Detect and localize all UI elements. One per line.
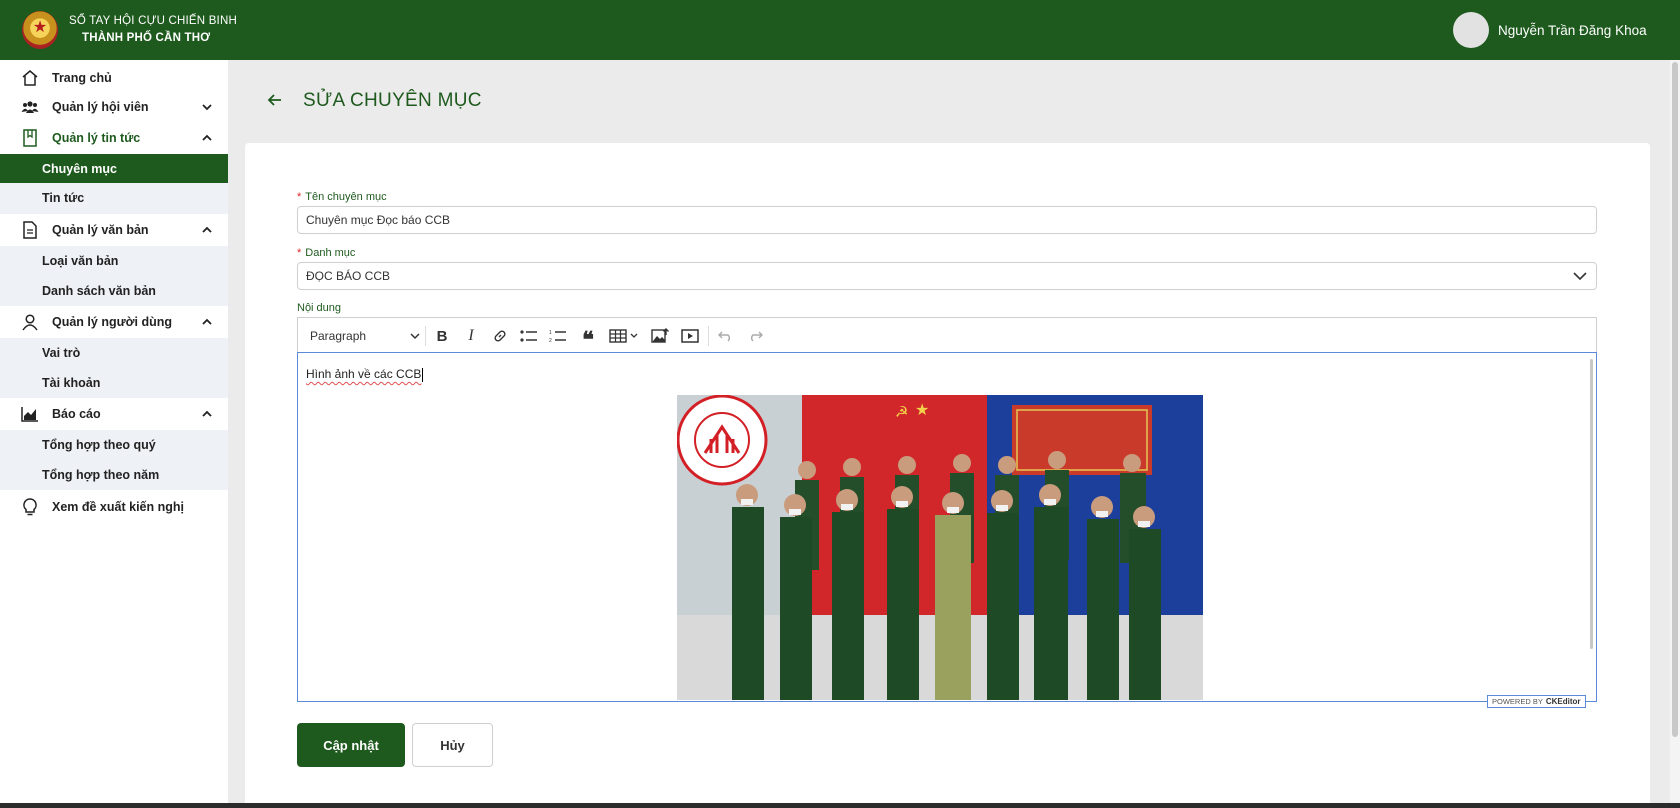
brand-line-2: THÀNH PHỐ CẦN THƠ [82, 32, 211, 44]
table-icon[interactable] [607, 326, 641, 346]
sidebar-item-members[interactable]: Quản lý hội viên [0, 92, 228, 122]
sidebar-item-label: Quản lý hội viên [52, 100, 149, 114]
embedded-photo[interactable]: ★ ☭ [677, 395, 1203, 700]
sidebar-item-label: Danh sách văn bản [42, 284, 156, 298]
book-icon [20, 128, 40, 148]
update-button[interactable]: Cập nhật [297, 723, 405, 767]
chevron-down-icon [1572, 269, 1588, 283]
bulleted-list-icon[interactable] [519, 326, 539, 346]
sidebar-item-doc-list[interactable]: Danh sách văn bản [0, 276, 228, 306]
sidebar-item-documents[interactable]: Quản lý văn bản [0, 214, 228, 246]
editor-paragraph[interactable]: Hình ảnh về các CCB [306, 367, 424, 382]
sidebar-item-accounts[interactable]: Tài khoản [0, 368, 228, 398]
category-field-label: * Danh mục [297, 247, 356, 259]
name-field-label: * Tên chuyên mục [297, 191, 387, 203]
sidebar-item-yearly[interactable]: Tổng hợp theo năm [0, 460, 228, 490]
chevron-up-icon [200, 223, 214, 237]
sidebar: Trang chủ Quản lý hội viên Quản lý tin t… [0, 60, 228, 808]
lightbulb-icon [20, 497, 40, 517]
sidebar-item-label: Vai trò [42, 346, 81, 360]
cancel-button[interactable]: Hủy [412, 723, 493, 767]
svg-text:2: 2 [549, 338, 552, 343]
chevron-down-icon [200, 100, 214, 114]
numbered-list-icon[interactable]: 12 [548, 326, 568, 346]
sidebar-item-roles[interactable]: Vai trò [0, 338, 228, 368]
sidebar-item-label: Quản lý người dùng [52, 315, 173, 329]
submenu-news: Chuyên mục Tin tức [0, 154, 228, 214]
category-select[interactable]: ĐỌC BÁO CCB [297, 262, 1597, 290]
category-select-value: ĐỌC BÁO CCB [306, 269, 391, 283]
svg-text:1: 1 [549, 330, 552, 336]
chevron-up-icon [200, 131, 214, 145]
sidebar-item-quarterly[interactable]: Tổng hợp theo quý [0, 430, 228, 460]
chevron-up-icon [200, 315, 214, 329]
italic-icon[interactable]: I [461, 326, 481, 346]
sidebar-item-label: Tổng hợp theo năm [42, 468, 160, 482]
sidebar-item-suggestions[interactable]: Xem đề xuất kiến nghị [0, 490, 228, 524]
content-field-label: Nội dung [297, 302, 342, 314]
sidebar-item-label: Trang chủ [52, 71, 112, 85]
sidebar-item-label: Xem đề xuất kiến nghị [52, 500, 184, 514]
image-upload-icon[interactable] [650, 326, 670, 346]
editor-scrollbar[interactable] [1590, 359, 1593, 649]
user-name[interactable]: Nguyễn Trần Đăng Khoa [1498, 23, 1647, 38]
bottom-edge [0, 803, 1680, 808]
user-icon [20, 312, 40, 332]
back-arrow-icon[interactable] [265, 91, 285, 109]
sidebar-item-label: Tin tức [42, 191, 85, 205]
category-name-input[interactable]: Chuyên mục Đọc báo CCB [297, 206, 1597, 234]
sidebar-item-label: Chuyên mục [42, 161, 118, 176]
sidebar-item-label: Quản lý văn bản [52, 223, 149, 237]
document-icon [20, 220, 40, 240]
sidebar-item-news-list[interactable]: Tin tức [0, 183, 228, 213]
sidebar-item-doc-types[interactable]: Loại văn bản [0, 246, 228, 276]
page-scrollbar-thumb[interactable] [1672, 62, 1678, 737]
sidebar-item-categories[interactable]: Chuyên mục [0, 154, 228, 183]
brand-line-1: SỔ TAY HỘI CỰU CHIẾN BINH [69, 15, 237, 27]
submenu-documents: Loại văn bản Danh sách văn bản [0, 246, 228, 306]
sidebar-item-label: Báo cáo [52, 407, 101, 421]
bold-icon[interactable]: B [432, 326, 452, 346]
users-group-icon [20, 97, 40, 117]
sidebar-item-news[interactable]: Quản lý tin tức [0, 122, 228, 154]
submenu-users: Vai trò Tài khoản [0, 338, 228, 398]
blockquote-icon[interactable]: ❝ [578, 326, 598, 351]
sidebar-item-users[interactable]: Quản lý người dùng [0, 306, 228, 338]
chevron-down-icon [410, 333, 420, 340]
home-icon [20, 68, 40, 88]
sidebar-item-label: Tài khoản [42, 376, 101, 390]
sidebar-item-label: Loại văn bản [42, 254, 119, 268]
svg-text:☭: ☭ [895, 403, 908, 421]
sidebar-item-label: Quản lý tin tức [52, 131, 141, 145]
undo-icon[interactable] [716, 326, 736, 346]
redo-icon[interactable] [745, 326, 765, 346]
media-embed-icon[interactable] [680, 326, 700, 346]
sidebar-item-label: Tổng hợp theo quý [42, 438, 156, 452]
app-header: ★ SỔ TAY HỘI CỰU CHIẾN BINH THÀNH PHỐ CẦ… [0, 0, 1680, 60]
submenu-reports: Tổng hợp theo quý Tổng hợp theo năm [0, 430, 228, 490]
emblem-icon: ★ [22, 11, 58, 49]
svg-text:★: ★ [915, 400, 929, 419]
sidebar-item-home[interactable]: Trang chủ [0, 64, 228, 92]
page-scrollbar[interactable] [1670, 60, 1680, 808]
chart-icon [20, 404, 40, 424]
link-icon[interactable] [490, 326, 510, 346]
avatar[interactable] [1453, 12, 1489, 48]
heading-select[interactable]: Paragraph [306, 326, 426, 346]
sidebar-item-reports[interactable]: Báo cáo [0, 398, 228, 430]
page-title: SỬA CHUYÊN MỤC [303, 90, 482, 111]
editor-toolbar: Paragraph B I 12 ❝ [297, 317, 1597, 353]
ckeditor-badge[interactable]: POWERED BY CKEditor [1487, 695, 1586, 708]
chevron-up-icon [200, 407, 214, 421]
